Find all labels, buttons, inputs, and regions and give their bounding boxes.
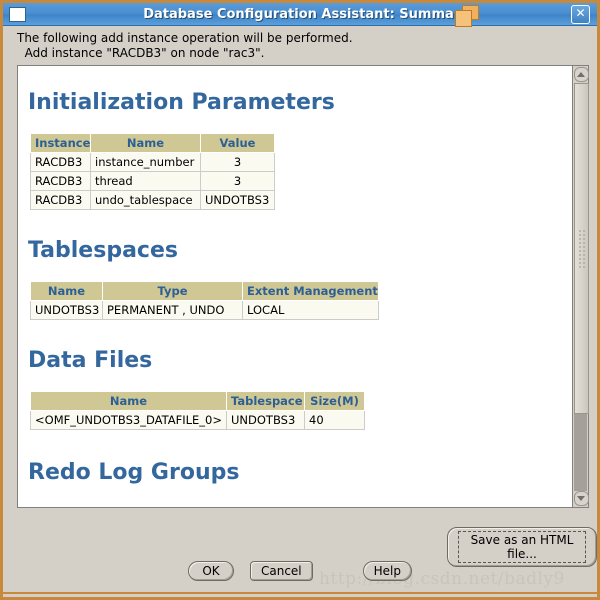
cell-size: 40: [304, 410, 365, 430]
scrollbar-thumb[interactable]: [574, 83, 589, 414]
cancel-button[interactable]: Cancel: [249, 561, 313, 581]
column-header-value: Value: [200, 133, 275, 153]
cell-instance: RACDB3: [30, 190, 91, 210]
table-row: RACDB3 undo_tablespace UNDOTBS3: [30, 190, 275, 210]
table-header-row: Name Tablespace Size(M): [30, 391, 365, 411]
summary-line-2: Add instance "RACDB3" on node "rac3".: [17, 46, 265, 60]
cell-value: 3: [200, 152, 275, 172]
cell-value: UNDOTBS3: [200, 190, 275, 210]
section-heading-initialization-parameters: Initialization Parameters: [28, 90, 335, 115]
summary-line-1: The following add instance operation wil…: [17, 31, 353, 45]
section-heading-tablespaces: Tablespaces: [28, 238, 178, 263]
table-row: <OMF_UNDOTBS3_DATAFILE_0> UNDOTBS3 40: [30, 410, 365, 430]
dialog-window: Database Configuration Assistant: Summa …: [0, 0, 600, 600]
cell-name: instance_number: [90, 152, 201, 172]
summary-description: The following add instance operation wil…: [17, 31, 577, 61]
column-header-type: Type: [102, 281, 243, 301]
table-row: UNDOTBS3 PERMANENT , UNDO LOCAL: [30, 300, 379, 320]
cell-name: UNDOTBS3: [30, 300, 103, 320]
section-heading-redo-log-groups: Redo Log Groups: [28, 460, 240, 485]
scroll-down-arrow-icon[interactable]: [574, 491, 589, 506]
scroll-up-glyph: [577, 72, 585, 77]
vertical-scrollbar[interactable]: [572, 65, 589, 508]
cell-name: thread: [90, 171, 201, 191]
column-header-extent-management: Extent Management: [242, 281, 379, 301]
cell-name: <OMF_UNDOTBS3_DATAFILE_0>: [30, 410, 227, 430]
table-row: RACDB3 thread 3: [30, 171, 275, 191]
table-header-row: Instance Name Value: [30, 133, 275, 153]
cell-type: PERMANENT , UNDO: [102, 300, 243, 320]
window-icon[interactable]: [9, 6, 26, 22]
summary-content: Initialization Parameters Instance Name …: [18, 66, 573, 485]
cell-value: 3: [200, 171, 275, 191]
help-button[interactable]: Help: [362, 561, 412, 581]
title-bar: Database Configuration Assistant: Summa …: [3, 3, 597, 26]
save-as-html-label: Save as an HTML file...: [458, 531, 586, 563]
column-header-name: Name: [90, 133, 201, 153]
cell-name: undo_tablespace: [90, 190, 201, 210]
column-header-name: Name: [30, 391, 227, 411]
summary-scroll-panel: Initialization Parameters Instance Name …: [17, 65, 589, 508]
cell-extent-management: LOCAL: [242, 300, 379, 320]
dialog-button-bar: OK Cancel Help: [3, 561, 597, 581]
column-header-size: Size(M): [304, 391, 365, 411]
ok-button[interactable]: OK: [187, 561, 234, 581]
table-tablespaces: Name Type Extent Management UNDOTBS3 PER…: [30, 281, 379, 320]
column-header-name: Name: [30, 281, 103, 301]
column-header-instance: Instance: [30, 133, 91, 153]
table-row: RACDB3 instance_number 3: [30, 152, 275, 172]
scrollbar-track-lower[interactable]: [574, 414, 587, 491]
section-heading-data-files: Data Files: [28, 348, 153, 373]
scroll-up-arrow-icon[interactable]: [574, 67, 589, 82]
table-data-files: Name Tablespace Size(M) <OMF_UNDOTBS3_DA…: [30, 391, 365, 430]
scrollbar-grip: [578, 228, 585, 269]
window-title: Database Configuration Assistant: Summa: [143, 6, 454, 22]
cell-instance: RACDB3: [30, 152, 91, 172]
cell-instance: RACDB3: [30, 171, 91, 191]
close-icon[interactable]: ✕: [571, 4, 590, 24]
table-header-row: Name Type Extent Management: [30, 281, 379, 301]
bottom-separator: [3, 592, 597, 594]
table-initialization-parameters: Instance Name Value RACDB3 instance_numb…: [30, 133, 275, 210]
cell-tablespace: UNDOTBS3: [226, 410, 305, 430]
scroll-down-glyph: [577, 496, 585, 501]
column-header-tablespace: Tablespace: [226, 391, 305, 411]
